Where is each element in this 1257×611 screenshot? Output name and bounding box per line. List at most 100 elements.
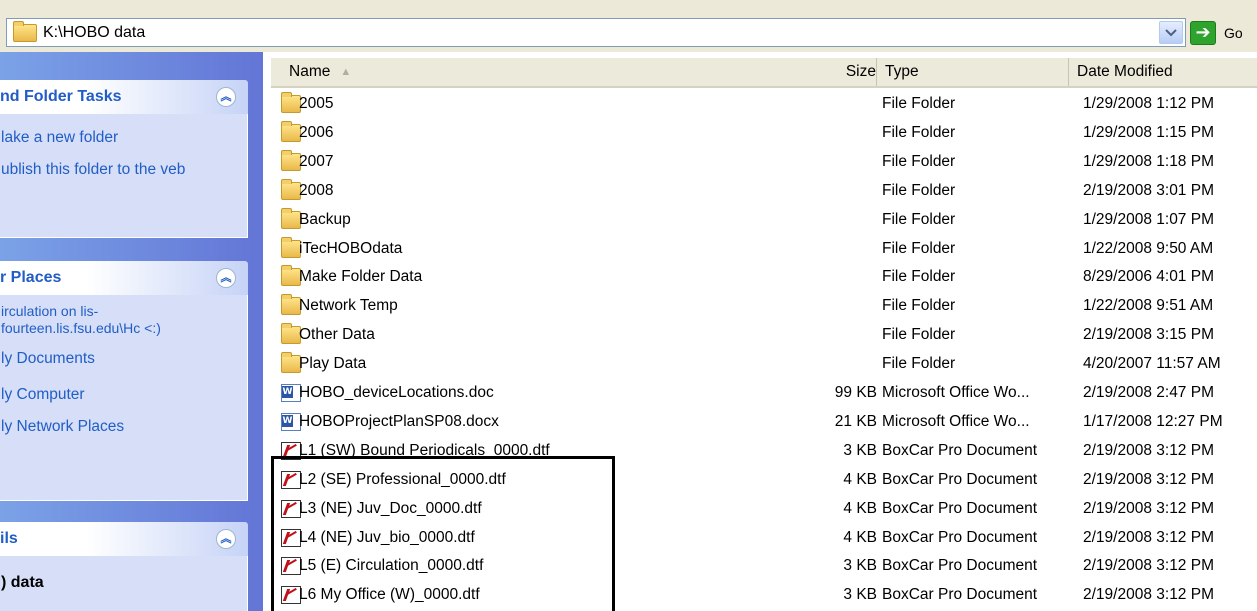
- file-folder-tasks-panel: nd Folder Tasks ︽ lake a new folder ubli…: [0, 80, 248, 238]
- file-size: 4 KB: [843, 499, 877, 517]
- file-name: L4 (NE) Juv_bio_0000.dtf: [299, 528, 475, 546]
- panel-header[interactable]: ils ︽: [0, 522, 248, 556]
- file-type: File Folder: [882, 326, 956, 344]
- type-column-header[interactable]: Type: [876, 58, 1068, 86]
- address-dropdown-button[interactable]: [1159, 21, 1183, 44]
- file-name: HOBO_deviceLocations.doc: [299, 384, 494, 401]
- file-row[interactable]: Other Data File Folder 2/19/2008 3:15 PM: [271, 321, 1257, 349]
- file-name: Other Data: [299, 326, 375, 344]
- file-date-modified: 1/29/2008 1:12 PM: [1083, 95, 1214, 112]
- address-path[interactable]: K:\HOBO data: [43, 24, 145, 42]
- file-row[interactable]: 2006 File Folder 1/29/2008 1:15 PM: [271, 119, 1257, 147]
- file-type: BoxCar Pro Document: [882, 557, 1038, 575]
- size-column-header[interactable]: Size: [831, 58, 876, 86]
- file-row[interactable]: L1 (SW) Bound Periodicals_0000.dtf 3 KB Bo…: [271, 437, 1257, 465]
- word-doc-icon: [281, 412, 301, 431]
- go-arrow-icon: ➔: [1190, 20, 1216, 45]
- file-row[interactable]: 2007 File Folder 1/29/2008 1:18 PM: [271, 148, 1257, 176]
- go-label: Go: [1224, 24, 1243, 41]
- file-date-modified: 2/19/2008 3:12 PM: [1083, 528, 1214, 546]
- folder-icon: [281, 294, 301, 316]
- date-header-label: Date Modified: [1077, 63, 1173, 80]
- file-type: File Folder: [882, 123, 956, 141]
- file-date-modified: 8/29/2006 4:01 PM: [1083, 268, 1214, 286]
- collapse-icon[interactable]: ︽: [216, 87, 236, 107]
- collapse-icon[interactable]: ︽: [216, 268, 236, 288]
- file-row[interactable]: L3 (NE) Juv_Doc_0000.dtf 4 KB BoxCar Pro D…: [271, 495, 1257, 523]
- file-name: 2007: [299, 152, 334, 170]
- file-date-modified: 2/19/2008 3:12 PM: [1083, 441, 1214, 459]
- file-type: BoxCar Pro Document: [882, 528, 1038, 546]
- file-row[interactable]: 2005 File Folder 1/29/2008 1:12 PM: [271, 90, 1257, 118]
- type-header-label: Type: [885, 63, 919, 80]
- boxcar-dtf-icon: [281, 499, 301, 518]
- file-date-modified: 2/19/2008 3:12 PM: [1083, 586, 1214, 604]
- file-date-modified: 2/19/2008 3:01 PM: [1083, 181, 1214, 199]
- file-name: Network Temp: [299, 297, 398, 315]
- file-size: 3 KB: [843, 557, 877, 575]
- folder-icon: [281, 207, 301, 229]
- my-computer-link[interactable]: ly Computer: [1, 385, 247, 405]
- collapse-icon[interactable]: ︽: [216, 529, 236, 549]
- file-size: 99 KB: [834, 384, 877, 401]
- file-date-modified: 2/19/2008 2:47 PM: [1083, 384, 1214, 401]
- file-row[interactable]: HOBO_deviceLocations.doc 99 KB Microsoft O…: [271, 379, 1257, 407]
- panel-header[interactable]: r Places ︽: [0, 261, 248, 295]
- folder-icon: [281, 149, 301, 171]
- file-row[interactable]: L5 (E) Circulation_0000.dtf 3 KB BoxCar Pr…: [271, 552, 1257, 580]
- file-type: File Folder: [882, 239, 956, 257]
- address-bar: K:\HOBO data ➔ Go: [0, 0, 1257, 52]
- file-type: File Folder: [882, 355, 956, 373]
- file-name: 2008: [299, 181, 334, 199]
- file-row[interactable]: iTecHOBOdata File Folder 1/22/2008 9:50 AM: [271, 235, 1257, 263]
- folder-icon: [281, 120, 301, 142]
- file-name: L3 (NE) Juv_Doc_0000.dtf: [299, 499, 482, 517]
- file-row[interactable]: L4 (NE) Juv_bio_0000.dtf 4 KB BoxCar Pro D…: [271, 524, 1257, 552]
- file-name: L5 (E) Circulation_0000.dtf: [299, 557, 484, 575]
- file-name: L6 My Office (W)_0000.dtf: [299, 586, 480, 604]
- file-name: L2 (SE) Professional_0000.dtf: [299, 470, 506, 488]
- file-date-modified: 2/19/2008 3:12 PM: [1083, 470, 1214, 488]
- folder-icon: [281, 265, 301, 287]
- network-place-link[interactable]: irculation on lis-fourteen.lis.fsu.edu\H…: [1, 303, 201, 337]
- file-row[interactable]: Make Folder Data File Folder 8/29/2006 4:0…: [271, 263, 1257, 291]
- file-row[interactable]: 2008 File Folder 2/19/2008 3:01 PM: [271, 177, 1257, 205]
- name-header-label: Name: [289, 63, 331, 80]
- word-doc-icon: [281, 384, 301, 402]
- name-column-header[interactable]: Name ▲: [271, 58, 871, 86]
- file-type: BoxCar Pro Document: [882, 586, 1038, 604]
- date-modified-column-header[interactable]: Date Modified: [1068, 58, 1257, 86]
- file-type: File Folder: [882, 268, 956, 286]
- my-documents-link[interactable]: ly Documents: [1, 349, 247, 369]
- pane-divider[interactable]: [263, 52, 271, 611]
- file-type: File Folder: [882, 152, 956, 170]
- file-row[interactable]: Backup File Folder 1/29/2008 1:07 PM: [271, 206, 1257, 234]
- file-row[interactable]: Network Temp File Folder 1/22/2008 9:51 AM: [271, 292, 1257, 320]
- my-network-places-link[interactable]: ly Network Places: [1, 417, 247, 437]
- file-name: iTecHOBOdata: [299, 239, 403, 257]
- file-list: Name ▲ Size Type Date Modified 2005 File …: [271, 52, 1257, 611]
- folder-icon: [281, 178, 301, 200]
- file-date-modified: 1/17/2008 12:27 PM: [1083, 412, 1223, 430]
- file-name: Make Folder Data: [299, 268, 423, 286]
- file-row[interactable]: L2 (SE) Professional_0000.dtf 4 KB BoxCar …: [271, 466, 1257, 494]
- file-type: File Folder: [882, 297, 956, 315]
- address-field[interactable]: K:\HOBO data: [6, 18, 1186, 47]
- boxcar-dtf-icon: [281, 557, 301, 576]
- file-row[interactable]: HOBOProjectPlanSP08.docx 21 KB Microsoft O…: [271, 408, 1257, 436]
- details-panel: ils ︽ ) data: [0, 522, 248, 611]
- folder-icon: [281, 92, 301, 113]
- file-date-modified: 1/22/2008 9:50 AM: [1083, 239, 1214, 257]
- file-row[interactable]: L6 My Office (W)_0000.dtf 3 KB BoxCar Pro …: [271, 581, 1257, 609]
- file-row[interactable]: Play Data File Folder 4/20/2007 11:57 AM: [271, 350, 1257, 378]
- panel-title: ils: [0, 530, 18, 547]
- file-type: File Folder: [882, 181, 956, 199]
- size-header-label: Size: [845, 63, 876, 80]
- make-new-folder-link[interactable]: lake a new folder: [1, 128, 247, 148]
- go-button[interactable]: ➔ Go: [1190, 18, 1243, 47]
- panel-header[interactable]: nd Folder Tasks ︽: [0, 80, 248, 114]
- publish-folder-link[interactable]: ublish this folder to the veb: [1, 160, 201, 179]
- file-date-modified: 2/19/2008 3:15 PM: [1083, 326, 1214, 344]
- file-size: 21 KB: [834, 412, 877, 430]
- folder-icon: [281, 323, 301, 345]
